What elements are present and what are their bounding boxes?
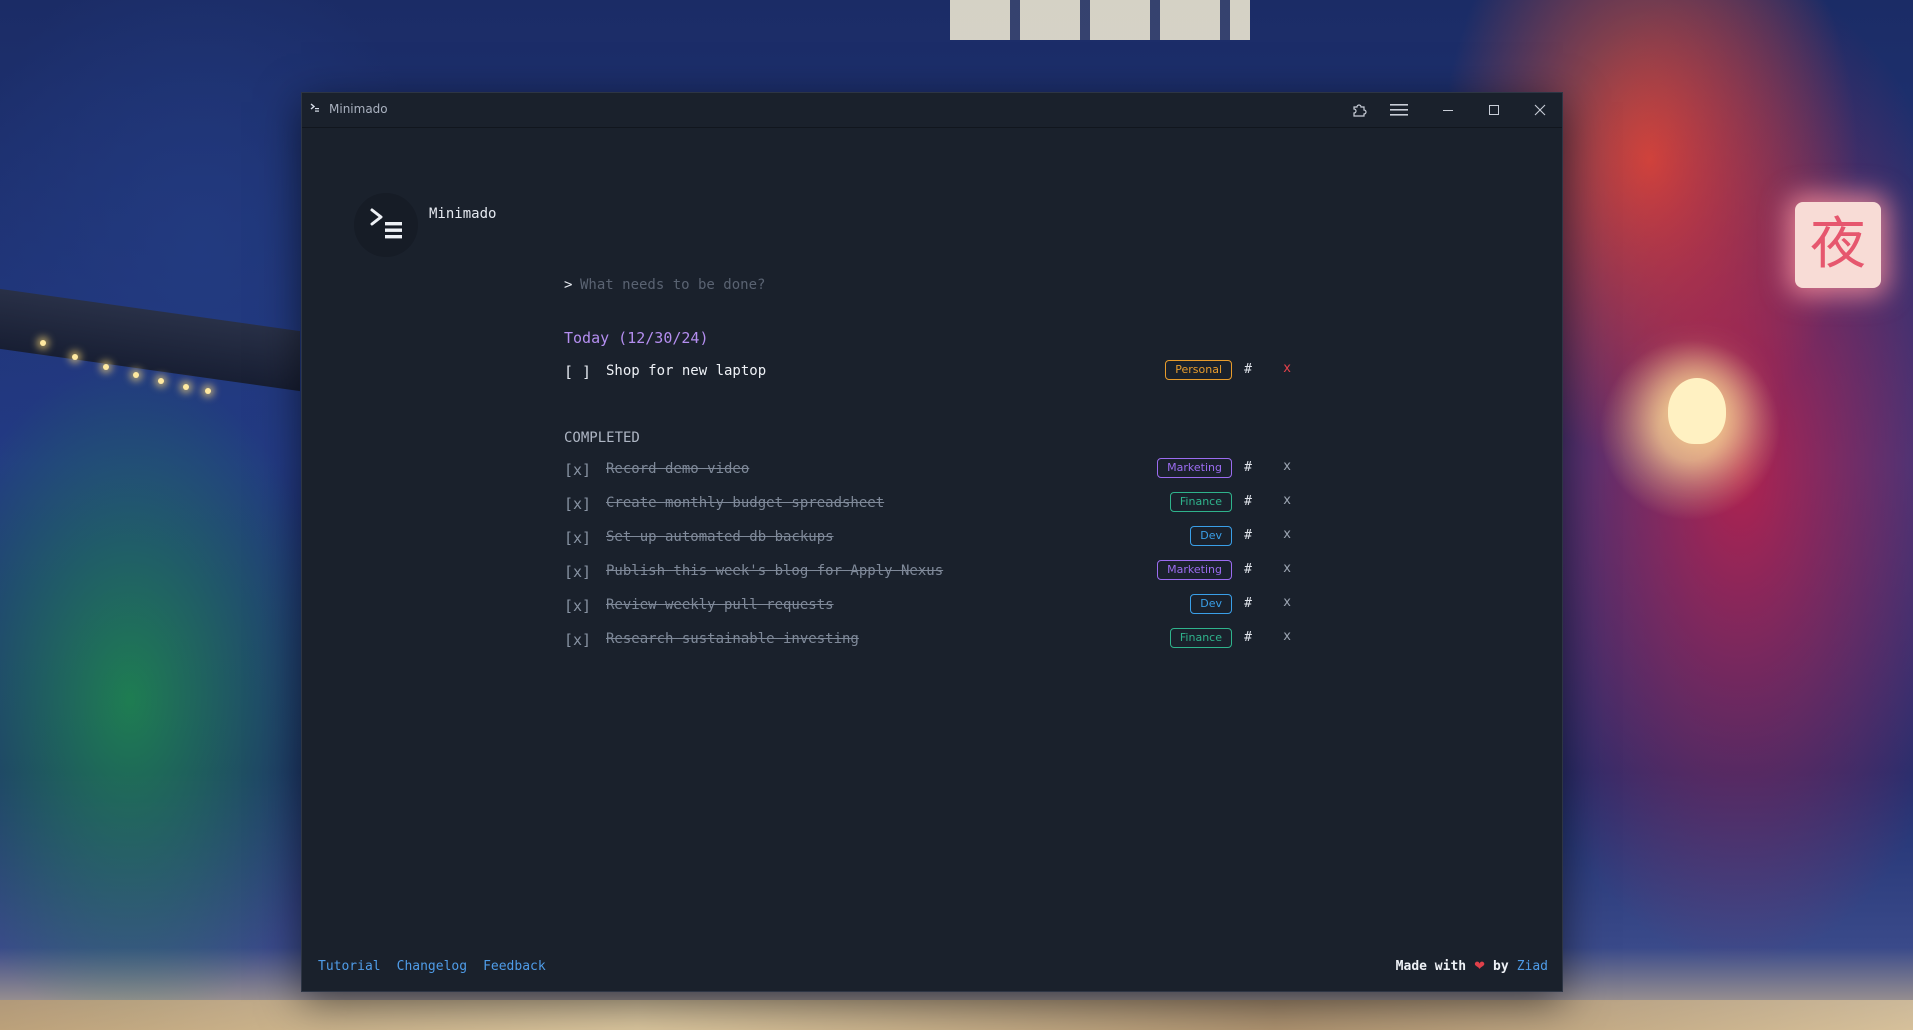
task-text[interactable]: Review weekly pull requests xyxy=(606,597,834,613)
task-tag[interactable]: Marketing xyxy=(1157,560,1232,580)
task-row: [x] Record demo video Marketing # x xyxy=(564,457,1296,483)
menu-button[interactable] xyxy=(1376,93,1422,127)
task-text[interactable]: Record demo video xyxy=(606,461,749,477)
task-text[interactable]: Research sustainable investing xyxy=(606,631,859,647)
new-task-input[interactable] xyxy=(580,277,1140,293)
task-row: [ ] Shop for new laptop Personal # x xyxy=(564,359,1296,385)
app-logo xyxy=(354,193,418,257)
tutorial-link[interactable]: Tutorial xyxy=(318,959,381,974)
hashtag-button[interactable]: # xyxy=(1244,528,1252,543)
task-tag[interactable]: Marketing xyxy=(1157,458,1232,478)
wallpaper-ground xyxy=(0,1000,1913,1030)
title-bar[interactable]: Minimado xyxy=(302,93,1562,128)
task-text[interactable]: Create monthly budget spreadsheet xyxy=(606,495,884,511)
completed-heading: COMPLETED xyxy=(564,430,640,446)
hashtag-button[interactable]: # xyxy=(1244,494,1252,509)
wallpaper-awning xyxy=(0,288,300,392)
terminal-list-icon xyxy=(370,208,402,239)
close-icon xyxy=(1534,104,1546,116)
credit-prefix: Made with xyxy=(1395,959,1467,974)
heart-icon: ❤ xyxy=(1474,959,1486,974)
close-button[interactable] xyxy=(1517,93,1563,127)
task-tag[interactable]: Finance xyxy=(1169,492,1232,512)
app-icon xyxy=(310,103,322,115)
window-title: Minimado xyxy=(329,102,388,116)
delete-task-button[interactable]: x xyxy=(1283,459,1291,474)
new-task-row: > xyxy=(564,275,1164,295)
delete-task-button[interactable]: x xyxy=(1283,361,1291,376)
feedback-link[interactable]: Feedback xyxy=(483,959,546,974)
puzzle-icon xyxy=(1353,104,1367,117)
task-row: [x] Research sustainable investing Finan… xyxy=(564,627,1296,653)
author-link[interactable]: Ziad xyxy=(1517,959,1548,974)
footer-credit: Made with ❤ by Ziad xyxy=(1396,959,1548,974)
task-text[interactable]: Shop for new laptop xyxy=(606,363,766,379)
prompt-chevron-icon: > xyxy=(564,277,573,293)
today-heading: Today (12/30/24) xyxy=(564,329,709,347)
task-text[interactable]: Set up automated db backups xyxy=(606,529,834,545)
task-checkbox[interactable]: [x] xyxy=(564,461,591,479)
hashtag-button[interactable]: # xyxy=(1244,562,1252,577)
task-row: [x] Create monthly budget spreadsheet Fi… xyxy=(564,491,1296,517)
delete-task-button[interactable]: x xyxy=(1283,527,1291,542)
delete-task-button[interactable]: x xyxy=(1283,629,1291,644)
task-tag[interactable]: Finance xyxy=(1169,628,1232,648)
task-row: [x] Set up automated db backups Dev # x xyxy=(564,525,1296,551)
wallpaper-lamp xyxy=(1668,378,1726,444)
app-window: Minimado Minimado > Today (12/30 xyxy=(301,92,1563,992)
wallpaper-neon-sign: 夜 xyxy=(1795,202,1881,288)
delete-task-button[interactable]: x xyxy=(1283,595,1291,610)
task-tag[interactable]: Dev xyxy=(1190,594,1232,614)
hashtag-button[interactable]: # xyxy=(1244,596,1252,611)
task-checkbox[interactable]: [x] xyxy=(564,529,591,547)
changelog-link[interactable]: Changelog xyxy=(397,959,467,974)
task-checkbox[interactable]: [x] xyxy=(564,631,591,649)
task-row: [x] Review weekly pull requests Dev # x xyxy=(564,593,1296,619)
footer-links: Tutorial Changelog Feedback xyxy=(318,959,546,974)
delete-task-button[interactable]: x xyxy=(1283,493,1291,508)
task-checkbox[interactable]: [x] xyxy=(564,563,591,581)
task-checkbox[interactable]: [x] xyxy=(564,495,591,513)
task-row: [x] Publish this week's blog for Apply N… xyxy=(564,559,1296,585)
minimize-button[interactable] xyxy=(1425,93,1471,127)
credit-by: by xyxy=(1493,959,1509,974)
task-tag[interactable]: Personal xyxy=(1165,360,1232,380)
maximize-icon xyxy=(1489,105,1499,115)
task-checkbox[interactable]: [ ] xyxy=(564,363,591,381)
hashtag-button[interactable]: # xyxy=(1244,630,1252,645)
delete-task-button[interactable]: x xyxy=(1283,561,1291,576)
minimize-icon xyxy=(1443,110,1453,111)
wallpaper-window-lights xyxy=(950,0,1250,40)
hashtag-button[interactable]: # xyxy=(1244,362,1252,377)
maximize-button[interactable] xyxy=(1471,93,1517,127)
hamburger-icon xyxy=(1390,104,1408,116)
task-text[interactable]: Publish this week's blog for Apply Nexus xyxy=(606,563,943,579)
task-checkbox[interactable]: [x] xyxy=(564,597,591,615)
task-tag[interactable]: Dev xyxy=(1190,526,1232,546)
hashtag-button[interactable]: # xyxy=(1244,460,1252,475)
brand-name: Minimado xyxy=(429,206,497,222)
